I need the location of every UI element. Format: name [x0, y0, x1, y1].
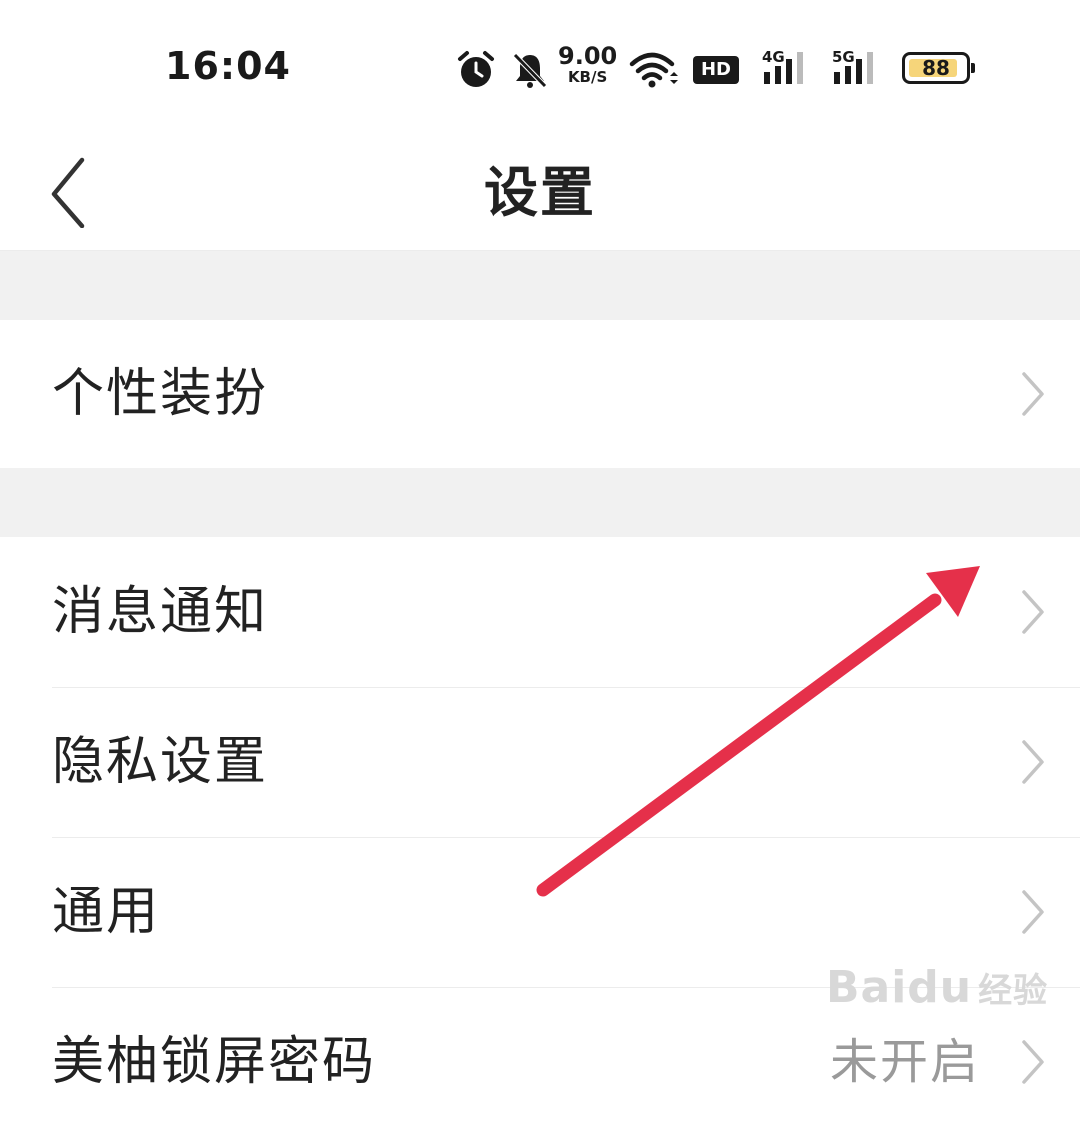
battery-level-text: 88 [922, 56, 950, 80]
settings-item-label: 通用 [52, 882, 161, 942]
chevron-right-icon [1022, 740, 1044, 784]
chevron-right-icon [1022, 1040, 1044, 1084]
watermark-text: 经验 [978, 971, 1049, 1011]
alarm-icon [458, 51, 494, 87]
chevron-right-icon [1022, 590, 1044, 634]
status-bar: 16:04 9.00 KB/S HD 4G 5G 88 [0, 0, 1080, 130]
net-speed-value: 9.00 [558, 42, 618, 70]
watermark: Baidu 经验 [826, 962, 1048, 1013]
wifi-icon [629, 52, 678, 88]
chevron-right-icon [1022, 372, 1044, 416]
nav-bar: 设置 [0, 130, 1080, 251]
chevron-right-icon [1022, 890, 1044, 934]
settings-item-privacy[interactable]: 隐私设置 [0, 688, 1080, 836]
settings-item-personalize[interactable]: 个性装扮 [0, 320, 1080, 468]
net-speed: 9.00 KB/S [558, 44, 617, 85]
page-title: 设置 [484, 161, 596, 224]
settings-item-label: 消息通知 [52, 582, 269, 642]
section-gap [0, 251, 1080, 320]
signal-4g-icon: 4G [762, 48, 810, 88]
settings-item-label: 个性装扮 [52, 364, 269, 424]
signal-5g-icon: 5G [832, 48, 880, 88]
settings-item-label: 隐私设置 [52, 732, 269, 792]
settings-item-notifications[interactable]: 消息通知 [0, 538, 1080, 686]
watermark-brand: Baidu [826, 962, 973, 1013]
section-gap [0, 468, 1080, 537]
net-speed-unit: KB/S [567, 68, 608, 86]
status-time: 16:04 [165, 44, 291, 88]
hd-icon: HD [693, 56, 739, 84]
battery-icon: 88 [902, 52, 975, 84]
bell-off-icon [513, 53, 547, 88]
settings-item-label: 美柚锁屏密码 [52, 1032, 377, 1092]
